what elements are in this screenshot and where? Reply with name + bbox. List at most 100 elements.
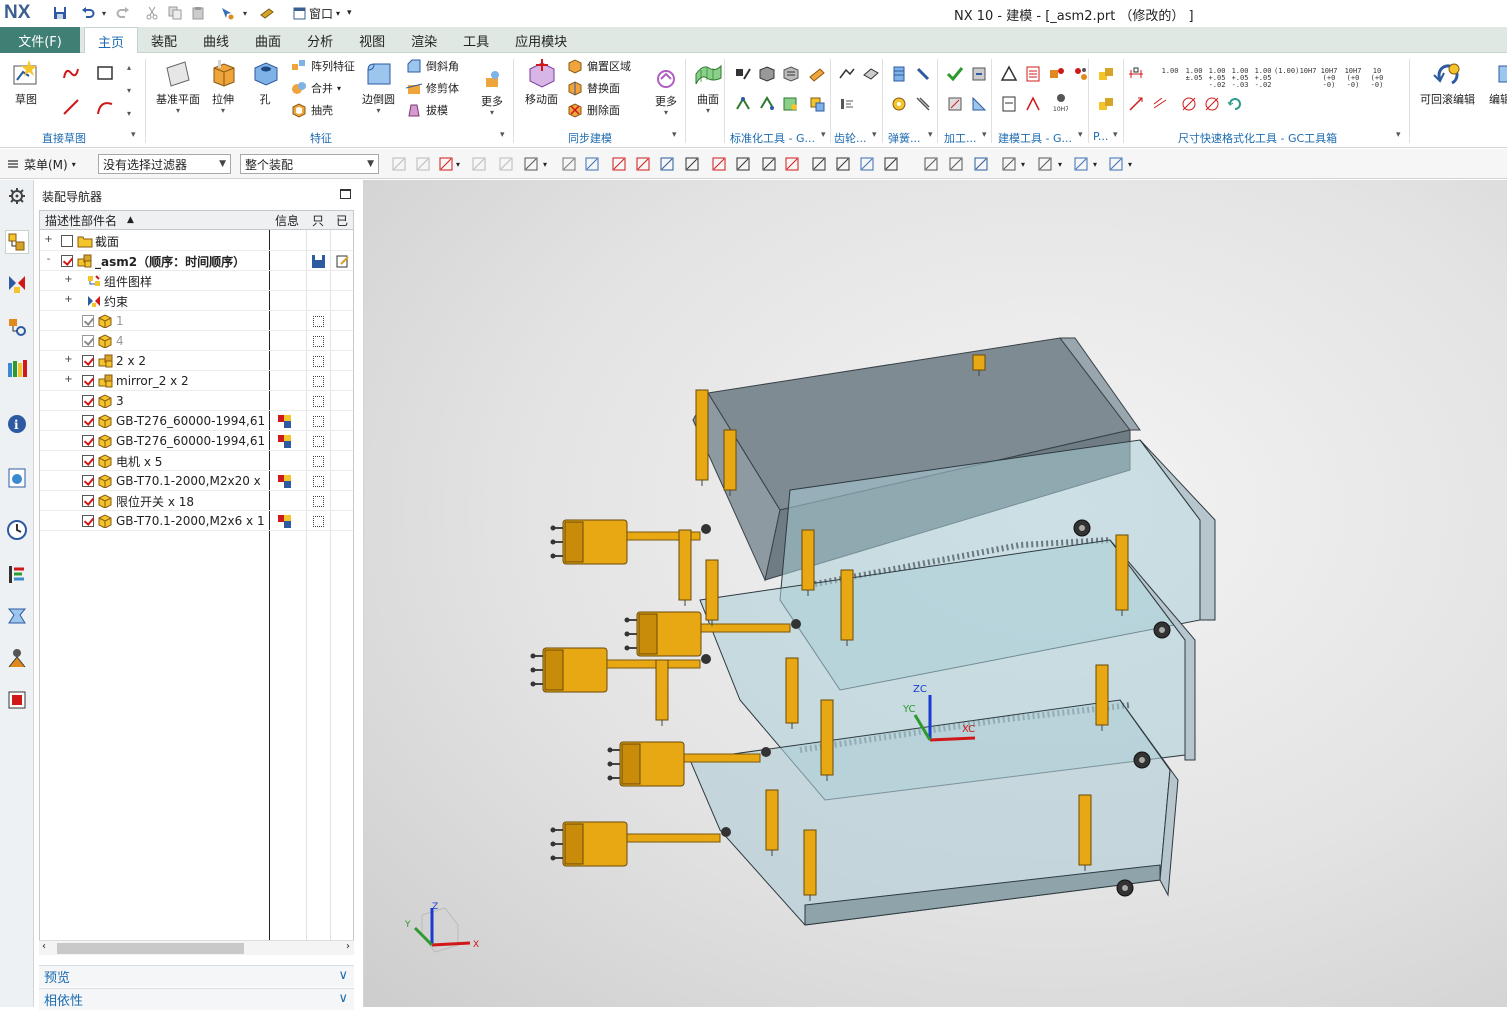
tree-row[interactable]: + 截面 <box>40 231 353 251</box>
spring-tool-3-icon[interactable] <box>890 95 908 113</box>
gc-tool-2-icon[interactable] <box>758 65 776 83</box>
group-standard-menu-icon[interactable]: ▾ <box>821 130 826 140</box>
file-menu-tab[interactable]: 文件(F) <box>0 27 80 53</box>
tab-5[interactable]: 视图 <box>346 27 398 53</box>
shell-button[interactable]: 抽壳 <box>291 102 333 118</box>
read-only-checkbox[interactable] <box>313 511 324 531</box>
p-tool-2-icon[interactable] <box>1097 95 1115 113</box>
model-tool-3-icon[interactable] <box>1048 65 1066 83</box>
tree-row[interactable]: 限位开关 x 18 <box>40 491 353 511</box>
model-tool-1-icon[interactable] <box>1000 65 1018 83</box>
visibility-checkbox[interactable] <box>82 495 94 507</box>
tree-row[interactable]: + 约束 <box>40 291 353 311</box>
read-only-checkbox[interactable] <box>313 351 324 371</box>
machining-tool-2-icon[interactable] <box>970 65 988 83</box>
read-only-checkbox[interactable] <box>313 391 324 411</box>
save-icon[interactable] <box>52 5 68 21</box>
visibility-checkbox[interactable] <box>61 235 73 247</box>
view-select-icon[interactable] <box>560 155 578 173</box>
render-icon[interactable] <box>1036 155 1054 173</box>
spring-tool-1-icon[interactable] <box>890 65 908 83</box>
dim-format-button-0[interactable]: 1.00 <box>1159 68 1181 75</box>
intersection-icon[interactable] <box>710 155 728 173</box>
line-snap-icon[interactable] <box>634 155 652 173</box>
column-header-name[interactable]: 描述性部件名 ▲ <box>40 211 270 230</box>
gear-tool-2-icon[interactable] <box>862 65 880 83</box>
touch-mode-icon[interactable] <box>259 5 275 21</box>
sync-more-button[interactable]: 更多 ▾ <box>650 67 682 117</box>
system-materials-icon[interactable] <box>5 562 29 586</box>
selection-scope-select[interactable]: 整个装配 ▼ <box>240 154 379 174</box>
group-p-menu-icon[interactable]: ▾ <box>1113 130 1118 140</box>
process-studio-icon[interactable] <box>5 604 29 628</box>
dim-format-button-5[interactable]: (1.00) <box>1274 68 1299 75</box>
settings-gear-icon[interactable] <box>5 184 29 208</box>
group-direct-sketch-menu-icon[interactable]: ▾ <box>131 130 136 140</box>
history-clock-icon[interactable] <box>5 518 29 542</box>
spring-tool-4-icon[interactable] <box>914 95 932 113</box>
maximize-icon[interactable] <box>340 189 351 199</box>
read-only-checkbox[interactable] <box>313 371 324 391</box>
refresh-icon[interactable] <box>972 155 990 173</box>
gc-tool-5-icon[interactable] <box>734 95 752 113</box>
read-only-checkbox[interactable] <box>313 451 324 471</box>
expand-icon[interactable]: + <box>64 275 73 285</box>
constraint-navigator-icon[interactable] <box>5 272 29 296</box>
tab-4[interactable]: 分析 <box>294 27 346 53</box>
curve-icon[interactable] <box>683 155 701 173</box>
group-spring-menu-icon[interactable]: ▾ <box>928 130 933 140</box>
dim-format-button-2[interactable]: 1.00 +.05 -.02 <box>1206 68 1228 89</box>
circle-icon[interactable] <box>783 155 801 173</box>
datum-plane-button[interactable]: 基准平面 ▾ <box>156 57 200 115</box>
dim-format-button-4[interactable]: 1.00 +.05 -.02 <box>1252 68 1274 89</box>
dim-format-1-icon[interactable] <box>1127 65 1145 83</box>
group-dim-format-menu-icon[interactable]: ▾ <box>1396 130 1401 140</box>
shade-dropdown-icon[interactable]: ▾ <box>1090 155 1100 173</box>
save-status-icon[interactable] <box>312 251 325 271</box>
model-tool-6-icon[interactable] <box>1024 95 1042 113</box>
dim-format-reset-icon[interactable] <box>1226 95 1244 113</box>
dim-format-button-1[interactable]: 1.00 ±.05 <box>1183 68 1205 82</box>
snap-e-icon[interactable] <box>497 155 515 173</box>
tab-7[interactable]: 工具 <box>450 27 502 53</box>
hd3d-tools-icon[interactable]: i <box>5 412 29 436</box>
preview-panel-header[interactable]: 预览 ∨ <box>39 965 354 987</box>
center-icon[interactable] <box>760 155 778 173</box>
snap-x-icon[interactable] <box>858 155 876 173</box>
tree-row[interactable]: 电机 x 5 <box>40 451 353 471</box>
view-a-icon[interactable] <box>922 155 940 173</box>
extrude-button[interactable]: 拉伸 ▾ <box>207 57 239 115</box>
tab-1[interactable]: 装配 <box>138 27 190 53</box>
dim-format-diameter-icon[interactable] <box>1180 95 1198 113</box>
box-select-icon[interactable] <box>583 155 601 173</box>
expand-icon[interactable]: + <box>64 355 73 365</box>
window-menu[interactable]: 窗口 ▾ ▾ <box>292 4 353 22</box>
tab-3[interactable]: 曲面 <box>242 27 294 53</box>
sketch-more-up-icon[interactable]: ▴ <box>127 63 131 72</box>
visibility-checkbox[interactable] <box>82 515 94 527</box>
expand-icon[interactable]: + <box>44 235 53 245</box>
dim-format-2-icon[interactable] <box>1127 95 1145 113</box>
draft-button[interactable]: 拔模 <box>406 102 448 118</box>
gc-tool-8-icon[interactable] <box>808 95 826 113</box>
chamfer-button[interactable]: 倒斜角 <box>406 58 459 74</box>
undo-icon[interactable] <box>80 5 96 21</box>
visibility-checkbox[interactable] <box>82 455 94 467</box>
render-dropdown-icon[interactable]: ▾ <box>1055 155 1065 173</box>
visibility-checkbox[interactable] <box>82 395 94 407</box>
modified-icon[interactable] <box>336 251 350 271</box>
group-model-menu-icon[interactable]: ▾ <box>1078 130 1083 140</box>
edit-section-icon[interactable] <box>1107 155 1125 173</box>
surface-button[interactable]: 曲面 ▾ <box>692 57 724 115</box>
group-machining-menu-icon[interactable]: ▾ <box>982 130 987 140</box>
replace-face-button[interactable]: 替换面 <box>567 80 620 96</box>
orient-icon[interactable] <box>1000 155 1018 173</box>
pattern-feature-button[interactable]: 阵列特征 <box>291 58 355 74</box>
sketch-button[interactable]: 草图 <box>10 57 42 107</box>
palette-icon[interactable] <box>5 688 29 712</box>
undo-dropdown-icon[interactable]: ▾ <box>96 5 112 21</box>
p-tool-1-icon[interactable] <box>1097 65 1115 83</box>
read-only-checkbox[interactable] <box>313 431 324 451</box>
info-icon[interactable] <box>278 431 291 451</box>
tree-row[interactable]: 1 <box>40 311 353 331</box>
